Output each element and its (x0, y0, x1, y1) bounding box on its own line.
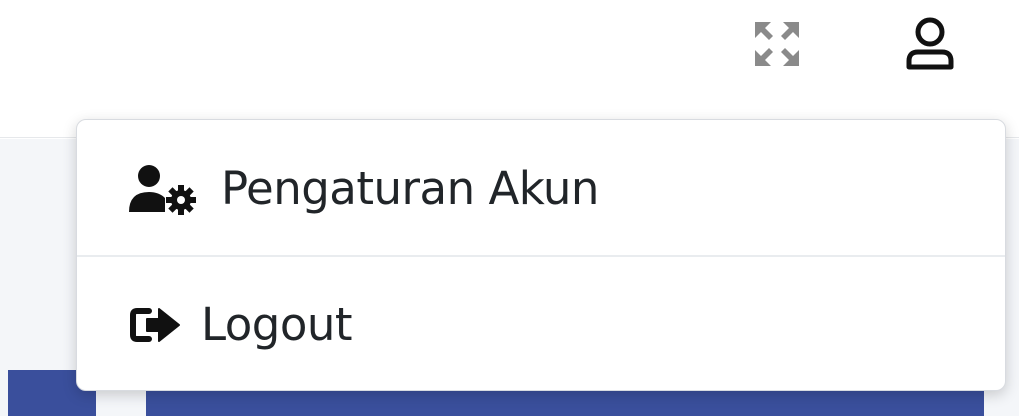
user-gear-icon (129, 165, 196, 215)
expand-arrows-icon (755, 22, 799, 66)
user-outline-icon (906, 17, 954, 70)
user-dropdown-menu: Pengaturan Akun Logout (76, 119, 1006, 391)
top-navbar (0, 0, 1019, 138)
sign-out-icon (130, 307, 180, 342)
logout-item[interactable]: Logout (77, 257, 1005, 392)
fullscreen-button[interactable] (747, 14, 807, 74)
account-settings-label: Pengaturan Akun (221, 161, 599, 215)
user-menu-button[interactable] (900, 14, 960, 74)
page: Pengaturan Akun Logout (0, 0, 1019, 416)
account-settings-item[interactable]: Pengaturan Akun (77, 120, 1005, 256)
logout-label: Logout (201, 298, 353, 351)
